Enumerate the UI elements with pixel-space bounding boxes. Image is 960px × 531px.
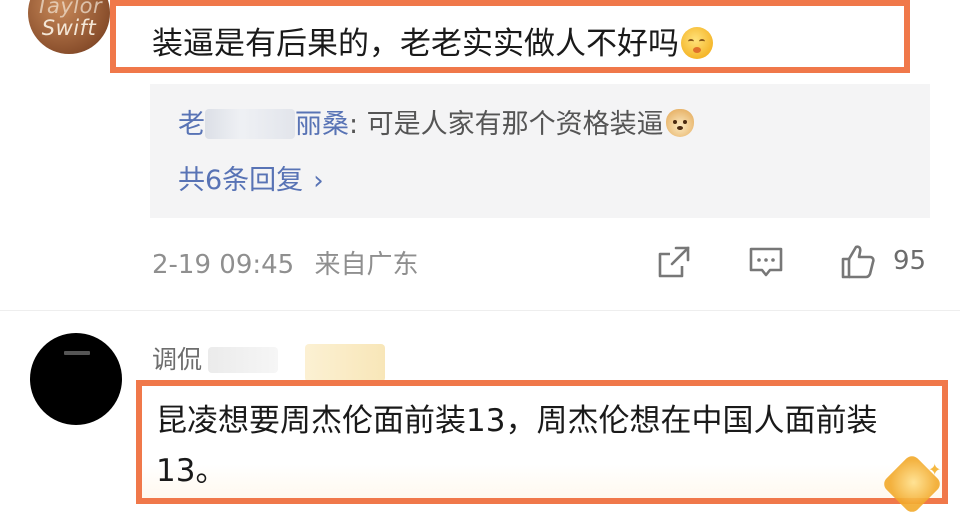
author-name[interactable]: 调侃: [152, 345, 202, 374]
comment-divider: [0, 310, 960, 311]
more-replies-label: 共6条回复: [178, 165, 304, 196]
reply-item[interactable]: 老 丽桑: 可是人家有那个资格装逼: [178, 102, 694, 141]
like-count: 95: [893, 246, 927, 276]
share-button[interactable]: [654, 242, 694, 282]
thumbs-up-icon: [841, 245, 875, 279]
blurred-name: [208, 347, 279, 373]
timestamp: 2-19 09:45: [152, 250, 295, 280]
comment-text: 昆凌想要周杰伦面前装13，周杰伦想在中国人面前装13。: [156, 403, 878, 489]
doge-emoji-icon: [665, 109, 694, 137]
like-button[interactable]: [838, 242, 878, 282]
reply-text: : 可是人家有那个资格装逼: [349, 109, 664, 140]
highlighted-comment-2: 昆凌想要周杰伦面前装13，周杰伦想在中国人面前装13。: [136, 380, 948, 504]
kiss-emoji-icon: [681, 27, 713, 59]
view-more-replies-link[interactable]: 共6条回复 ›: [178, 158, 324, 197]
blurred-name: [205, 109, 295, 139]
avatar[interactable]: Taylor Swift: [28, 0, 110, 54]
comment-button[interactable]: [746, 242, 786, 282]
location: 来自广东: [314, 250, 419, 280]
comment-author[interactable]: 调侃: [152, 340, 279, 376]
comment-icon: [749, 247, 783, 277]
highlighted-comment-1: 装逼是有后果的，老老实实做人不好吗: [110, 0, 910, 73]
comment-meta: 2-19 09:45 来自广东: [152, 244, 418, 281]
avatar[interactable]: [30, 333, 122, 425]
sparkle-icon: ✦: [928, 460, 942, 479]
comment-text: 装逼是有后果的，老老实实做人不好吗: [152, 26, 679, 62]
reply-author-prefix[interactable]: 老: [178, 109, 205, 140]
blurred-badge: [305, 344, 385, 382]
chevron-right-icon: ›: [313, 166, 324, 196]
reply-panel[interactable]: 老 丽桑: 可是人家有那个资格装逼 共6条回复 ›: [150, 84, 930, 218]
share-icon: [658, 246, 690, 278]
avatar-text-bottom: Swift: [41, 16, 97, 40]
reply-author-suffix[interactable]: 丽桑: [295, 109, 349, 140]
